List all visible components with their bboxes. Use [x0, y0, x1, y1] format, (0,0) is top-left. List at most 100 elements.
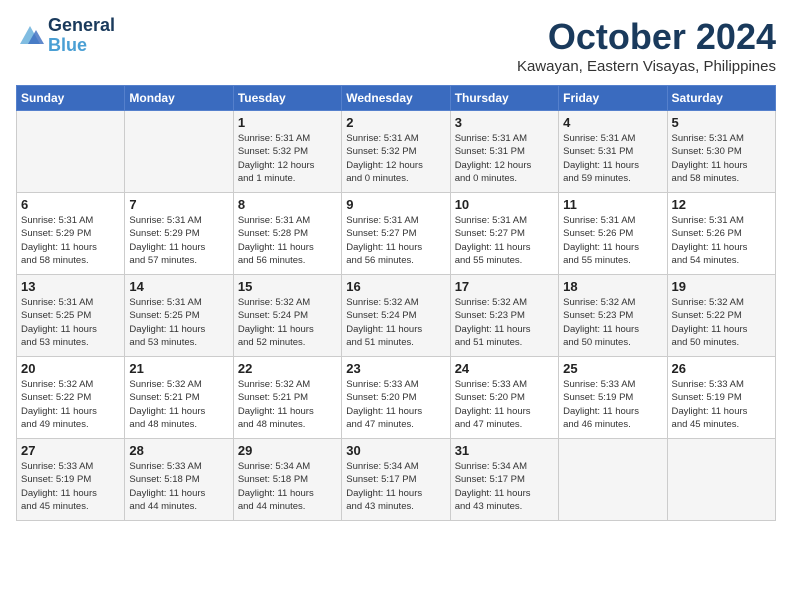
calendar-cell: 31Sunrise: 5:34 AM Sunset: 5:17 PM Dayli…: [450, 439, 558, 521]
col-header-monday: Monday: [125, 86, 233, 111]
day-info: Sunrise: 5:32 AM Sunset: 5:22 PM Dayligh…: [21, 378, 120, 431]
calendar-cell: 20Sunrise: 5:32 AM Sunset: 5:22 PM Dayli…: [17, 357, 125, 439]
day-info: Sunrise: 5:33 AM Sunset: 5:19 PM Dayligh…: [563, 378, 662, 431]
day-number: 8: [238, 197, 337, 212]
calendar-cell: 16 Sunrise: 5:32 AM Sunset: 5:24 PM Dayli…: [342, 275, 450, 357]
day-info: Sunrise: 5:31 AM Sunset: 5:31 PM Dayligh…: [563, 132, 662, 185]
day-number: 31: [455, 443, 554, 458]
day-info: Sunrise: 5:32 AM Sunset: 5:24 PM Dayligh…: [238, 296, 337, 349]
day-number: 9: [346, 197, 445, 212]
col-header-thursday: Thursday: [450, 86, 558, 111]
day-info: Sunrise: 5:33 AM Sunset: 5:19 PM Dayligh…: [672, 378, 771, 431]
day-number: 28: [129, 443, 228, 458]
calendar-cell: 22 Sunrise: 5:32 AM Sunset: 5:21 PM Dayli…: [233, 357, 341, 439]
calendar-week-row: 13Sunrise: 5:31 AM Sunset: 5:25 PM Dayli…: [17, 275, 776, 357]
day-number: 6: [21, 197, 120, 212]
day-number: 1: [238, 115, 337, 130]
calendar-cell: 24Sunrise: 5:33 AM Sunset: 5:20 PM Dayli…: [450, 357, 558, 439]
day-number: 21: [129, 361, 228, 376]
day-number: 25: [563, 361, 662, 376]
day-info: Sunrise: 5:31 AM Sunset: 5:26 PM Dayligh…: [563, 214, 662, 267]
calendar-cell: 9Sunrise: 5:31 AM Sunset: 5:27 PM Daylig…: [342, 193, 450, 275]
col-header-wednesday: Wednesday: [342, 86, 450, 111]
calendar-cell: 10 Sunrise: 5:31 AM Sunset: 5:27 PM Dayli…: [450, 193, 558, 275]
title-area: October 2024 Kawayan, Eastern Visayas, P…: [517, 16, 776, 75]
col-header-sunday: Sunday: [17, 86, 125, 111]
calendar-cell: [667, 439, 775, 521]
calendar-cell: 17Sunrise: 5:32 AM Sunset: 5:23 PM Dayli…: [450, 275, 558, 357]
calendar-cell: 5Sunrise: 5:31 AM Sunset: 5:30 PM Daylig…: [667, 111, 775, 193]
day-info: Sunrise: 5:31 AM Sunset: 5:31 PM Dayligh…: [455, 132, 554, 185]
day-info: Sunrise: 5:31 AM Sunset: 5:27 PM Dayligh…: [455, 214, 554, 267]
calendar-week-row: 27 Sunrise: 5:33 AM Sunset: 5:19 PM Dayli…: [17, 439, 776, 521]
calendar-cell: 18 Sunrise: 5:32 AM Sunset: 5:23 PM Dayli…: [559, 275, 667, 357]
day-info: Sunrise: 5:31 AM Sunset: 5:32 PM Dayligh…: [238, 132, 337, 185]
calendar-week-row: 1 Sunrise: 5:31 AM Sunset: 5:32 PM Daylig…: [17, 111, 776, 193]
day-number: 19: [672, 279, 771, 294]
calendar-cell: 29Sunrise: 5:34 AM Sunset: 5:18 PM Dayli…: [233, 439, 341, 521]
calendar-cell: 15Sunrise: 5:32 AM Sunset: 5:24 PM Dayli…: [233, 275, 341, 357]
calendar-cell: [17, 111, 125, 193]
calendar-cell: [559, 439, 667, 521]
day-info: Sunrise: 5:32 AM Sunset: 5:21 PM Dayligh…: [129, 378, 228, 431]
calendar-header-row: SundayMondayTuesdayWednesdayThursdayFrid…: [17, 86, 776, 111]
calendar-cell: 28Sunrise: 5:33 AM Sunset: 5:18 PM Dayli…: [125, 439, 233, 521]
logo: General Blue: [16, 16, 115, 56]
day-info: Sunrise: 5:31 AM Sunset: 5:25 PM Dayligh…: [21, 296, 120, 349]
calendar-cell: 13Sunrise: 5:31 AM Sunset: 5:25 PM Dayli…: [17, 275, 125, 357]
day-info: Sunrise: 5:32 AM Sunset: 5:21 PM Dayligh…: [238, 378, 337, 431]
logo-line2: Blue: [48, 36, 115, 56]
day-number: 23: [346, 361, 445, 376]
day-number: 26: [672, 361, 771, 376]
calendar-cell: 3 Sunrise: 5:31 AM Sunset: 5:31 PM Daylig…: [450, 111, 558, 193]
calendar-cell: 25 Sunrise: 5:33 AM Sunset: 5:19 PM Dayli…: [559, 357, 667, 439]
col-header-saturday: Saturday: [667, 86, 775, 111]
day-number: 14: [129, 279, 228, 294]
day-number: 10: [455, 197, 554, 212]
day-info: Sunrise: 5:32 AM Sunset: 5:23 PM Dayligh…: [563, 296, 662, 349]
day-number: 11: [563, 197, 662, 212]
day-number: 27: [21, 443, 120, 458]
calendar-cell: 23 Sunrise: 5:33 AM Sunset: 5:20 PM Dayli…: [342, 357, 450, 439]
day-number: 30: [346, 443, 445, 458]
calendar-week-row: 6 Sunrise: 5:31 AM Sunset: 5:29 PM Daylig…: [17, 193, 776, 275]
calendar-cell: 1 Sunrise: 5:31 AM Sunset: 5:32 PM Daylig…: [233, 111, 341, 193]
calendar-cell: 12Sunrise: 5:31 AM Sunset: 5:26 PM Dayli…: [667, 193, 775, 275]
day-number: 22: [238, 361, 337, 376]
day-info: Sunrise: 5:32 AM Sunset: 5:24 PM Dayligh…: [346, 296, 445, 349]
header: General Blue October 2024 Kawayan, Easte…: [16, 16, 776, 75]
day-info: Sunrise: 5:31 AM Sunset: 5:29 PM Dayligh…: [129, 214, 228, 267]
day-number: 5: [672, 115, 771, 130]
day-info: Sunrise: 5:31 AM Sunset: 5:25 PM Dayligh…: [129, 296, 228, 349]
day-info: Sunrise: 5:34 AM Sunset: 5:18 PM Dayligh…: [238, 460, 337, 513]
day-number: 2: [346, 115, 445, 130]
day-number: 12: [672, 197, 771, 212]
logo-icon: [16, 22, 44, 50]
day-info: Sunrise: 5:31 AM Sunset: 5:29 PM Dayligh…: [21, 214, 120, 267]
month-title: October 2024: [517, 16, 776, 58]
calendar-cell: 26 Sunrise: 5:33 AM Sunset: 5:19 PM Dayli…: [667, 357, 775, 439]
day-number: 3: [455, 115, 554, 130]
day-info: Sunrise: 5:33 AM Sunset: 5:20 PM Dayligh…: [346, 378, 445, 431]
logo-line1: General: [48, 16, 115, 36]
location-subtitle: Kawayan, Eastern Visayas, Philippines: [517, 58, 776, 75]
calendar-cell: 11 Sunrise: 5:31 AM Sunset: 5:26 PM Dayli…: [559, 193, 667, 275]
col-header-tuesday: Tuesday: [233, 86, 341, 111]
calendar-week-row: 20Sunrise: 5:32 AM Sunset: 5:22 PM Dayli…: [17, 357, 776, 439]
calendar-cell: 4 Sunrise: 5:31 AM Sunset: 5:31 PM Daylig…: [559, 111, 667, 193]
calendar-cell: 7 Sunrise: 5:31 AM Sunset: 5:29 PM Daylig…: [125, 193, 233, 275]
day-number: 7: [129, 197, 228, 212]
day-info: Sunrise: 5:34 AM Sunset: 5:17 PM Dayligh…: [346, 460, 445, 513]
day-info: Sunrise: 5:33 AM Sunset: 5:19 PM Dayligh…: [21, 460, 120, 513]
calendar-cell: 2Sunrise: 5:31 AM Sunset: 5:32 PM Daylig…: [342, 111, 450, 193]
day-info: Sunrise: 5:31 AM Sunset: 5:28 PM Dayligh…: [238, 214, 337, 267]
day-info: Sunrise: 5:32 AM Sunset: 5:22 PM Dayligh…: [672, 296, 771, 349]
col-header-friday: Friday: [559, 86, 667, 111]
day-number: 16: [346, 279, 445, 294]
calendar-cell: 6 Sunrise: 5:31 AM Sunset: 5:29 PM Daylig…: [17, 193, 125, 275]
calendar-cell: 19 Sunrise: 5:32 AM Sunset: 5:22 PM Dayli…: [667, 275, 775, 357]
day-number: 4: [563, 115, 662, 130]
calendar-cell: 27 Sunrise: 5:33 AM Sunset: 5:19 PM Dayli…: [17, 439, 125, 521]
day-number: 18: [563, 279, 662, 294]
calendar-cell: 21 Sunrise: 5:32 AM Sunset: 5:21 PM Dayli…: [125, 357, 233, 439]
